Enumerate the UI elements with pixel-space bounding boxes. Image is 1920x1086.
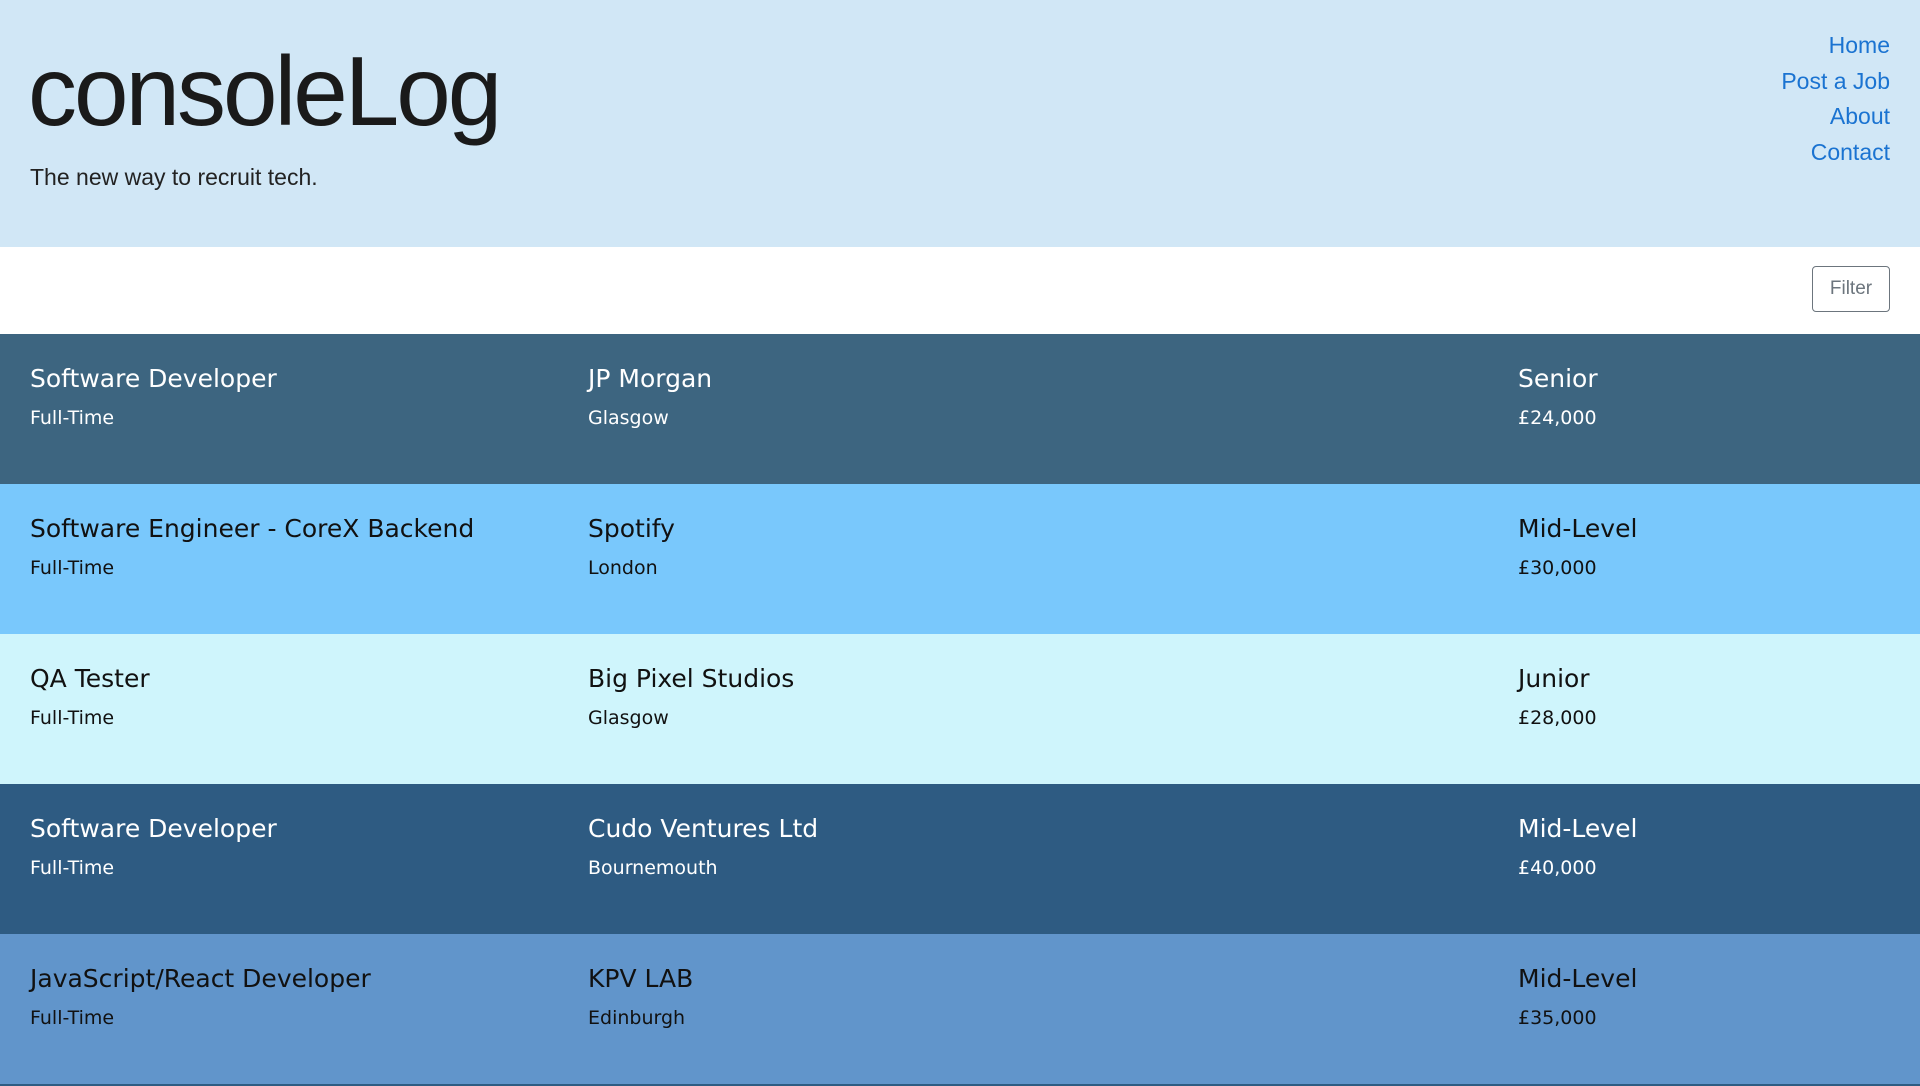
job-level: Junior [1518, 664, 1590, 693]
job-row[interactable]: JavaScript/React Developer Full-Time KPV… [0, 934, 1920, 1084]
job-company: JP Morgan [588, 364, 713, 393]
job-title: JavaScript/React Developer [30, 964, 371, 993]
job-type: Full-Time [30, 557, 115, 579]
filter-bar: Filter [0, 247, 1920, 334]
job-location: Edinburgh [588, 1007, 686, 1029]
site-title: consoleLog [28, 36, 502, 146]
job-row[interactable]: Software Developer Full-Time JP Morgan G… [0, 334, 1920, 484]
nav-link-post-a-job[interactable]: Post a Job [1781, 64, 1890, 100]
job-location: Glasgow [588, 407, 669, 429]
job-company: Cudo Ventures Ltd [588, 814, 819, 843]
job-company: Big Pixel Studios [588, 664, 795, 693]
job-salary: £40,000 [1518, 857, 1597, 879]
main-nav: Home Post a Job About Contact [1781, 28, 1890, 170]
job-row[interactable]: Software Developer Full-Time Cudo Ventur… [0, 784, 1920, 934]
job-level: Senior [1518, 364, 1598, 393]
job-salary: £24,000 [1518, 407, 1597, 429]
nav-link-home[interactable]: Home [1829, 28, 1890, 64]
job-company: Spotify [588, 514, 675, 543]
site-header: consoleLog The new way to recruit tech. … [0, 0, 1920, 247]
job-list: Software Developer Full-Time JP Morgan G… [0, 334, 1920, 1084]
job-level: Mid-Level [1518, 514, 1638, 543]
job-title: Software Developer [30, 814, 277, 843]
job-level: Mid-Level [1518, 964, 1638, 993]
job-row[interactable]: Software Engineer - CoreX Backend Full-T… [0, 484, 1920, 634]
job-title: QA Tester [30, 664, 150, 693]
job-salary: £30,000 [1518, 557, 1597, 579]
job-type: Full-Time [30, 1007, 115, 1029]
job-row[interactable]: QA Tester Full-Time Big Pixel Studios Gl… [0, 634, 1920, 784]
job-level: Mid-Level [1518, 814, 1638, 843]
job-type: Full-Time [30, 407, 115, 429]
job-type: Full-Time [30, 707, 115, 729]
site-tagline: The new way to recruit tech. [30, 164, 318, 190]
job-type: Full-Time [30, 857, 115, 879]
job-salary: £35,000 [1518, 1007, 1597, 1029]
job-location: London [588, 557, 658, 579]
job-title: Software Engineer - CoreX Backend [30, 514, 475, 543]
nav-link-about[interactable]: About [1830, 99, 1890, 135]
job-title: Software Developer [30, 364, 277, 393]
filter-button[interactable]: Filter [1812, 266, 1890, 312]
job-location: Glasgow [588, 707, 669, 729]
job-salary: £28,000 [1518, 707, 1597, 729]
nav-link-contact[interactable]: Contact [1811, 135, 1890, 171]
job-location: Bournemouth [588, 857, 718, 879]
job-company: KPV LAB [588, 964, 694, 993]
